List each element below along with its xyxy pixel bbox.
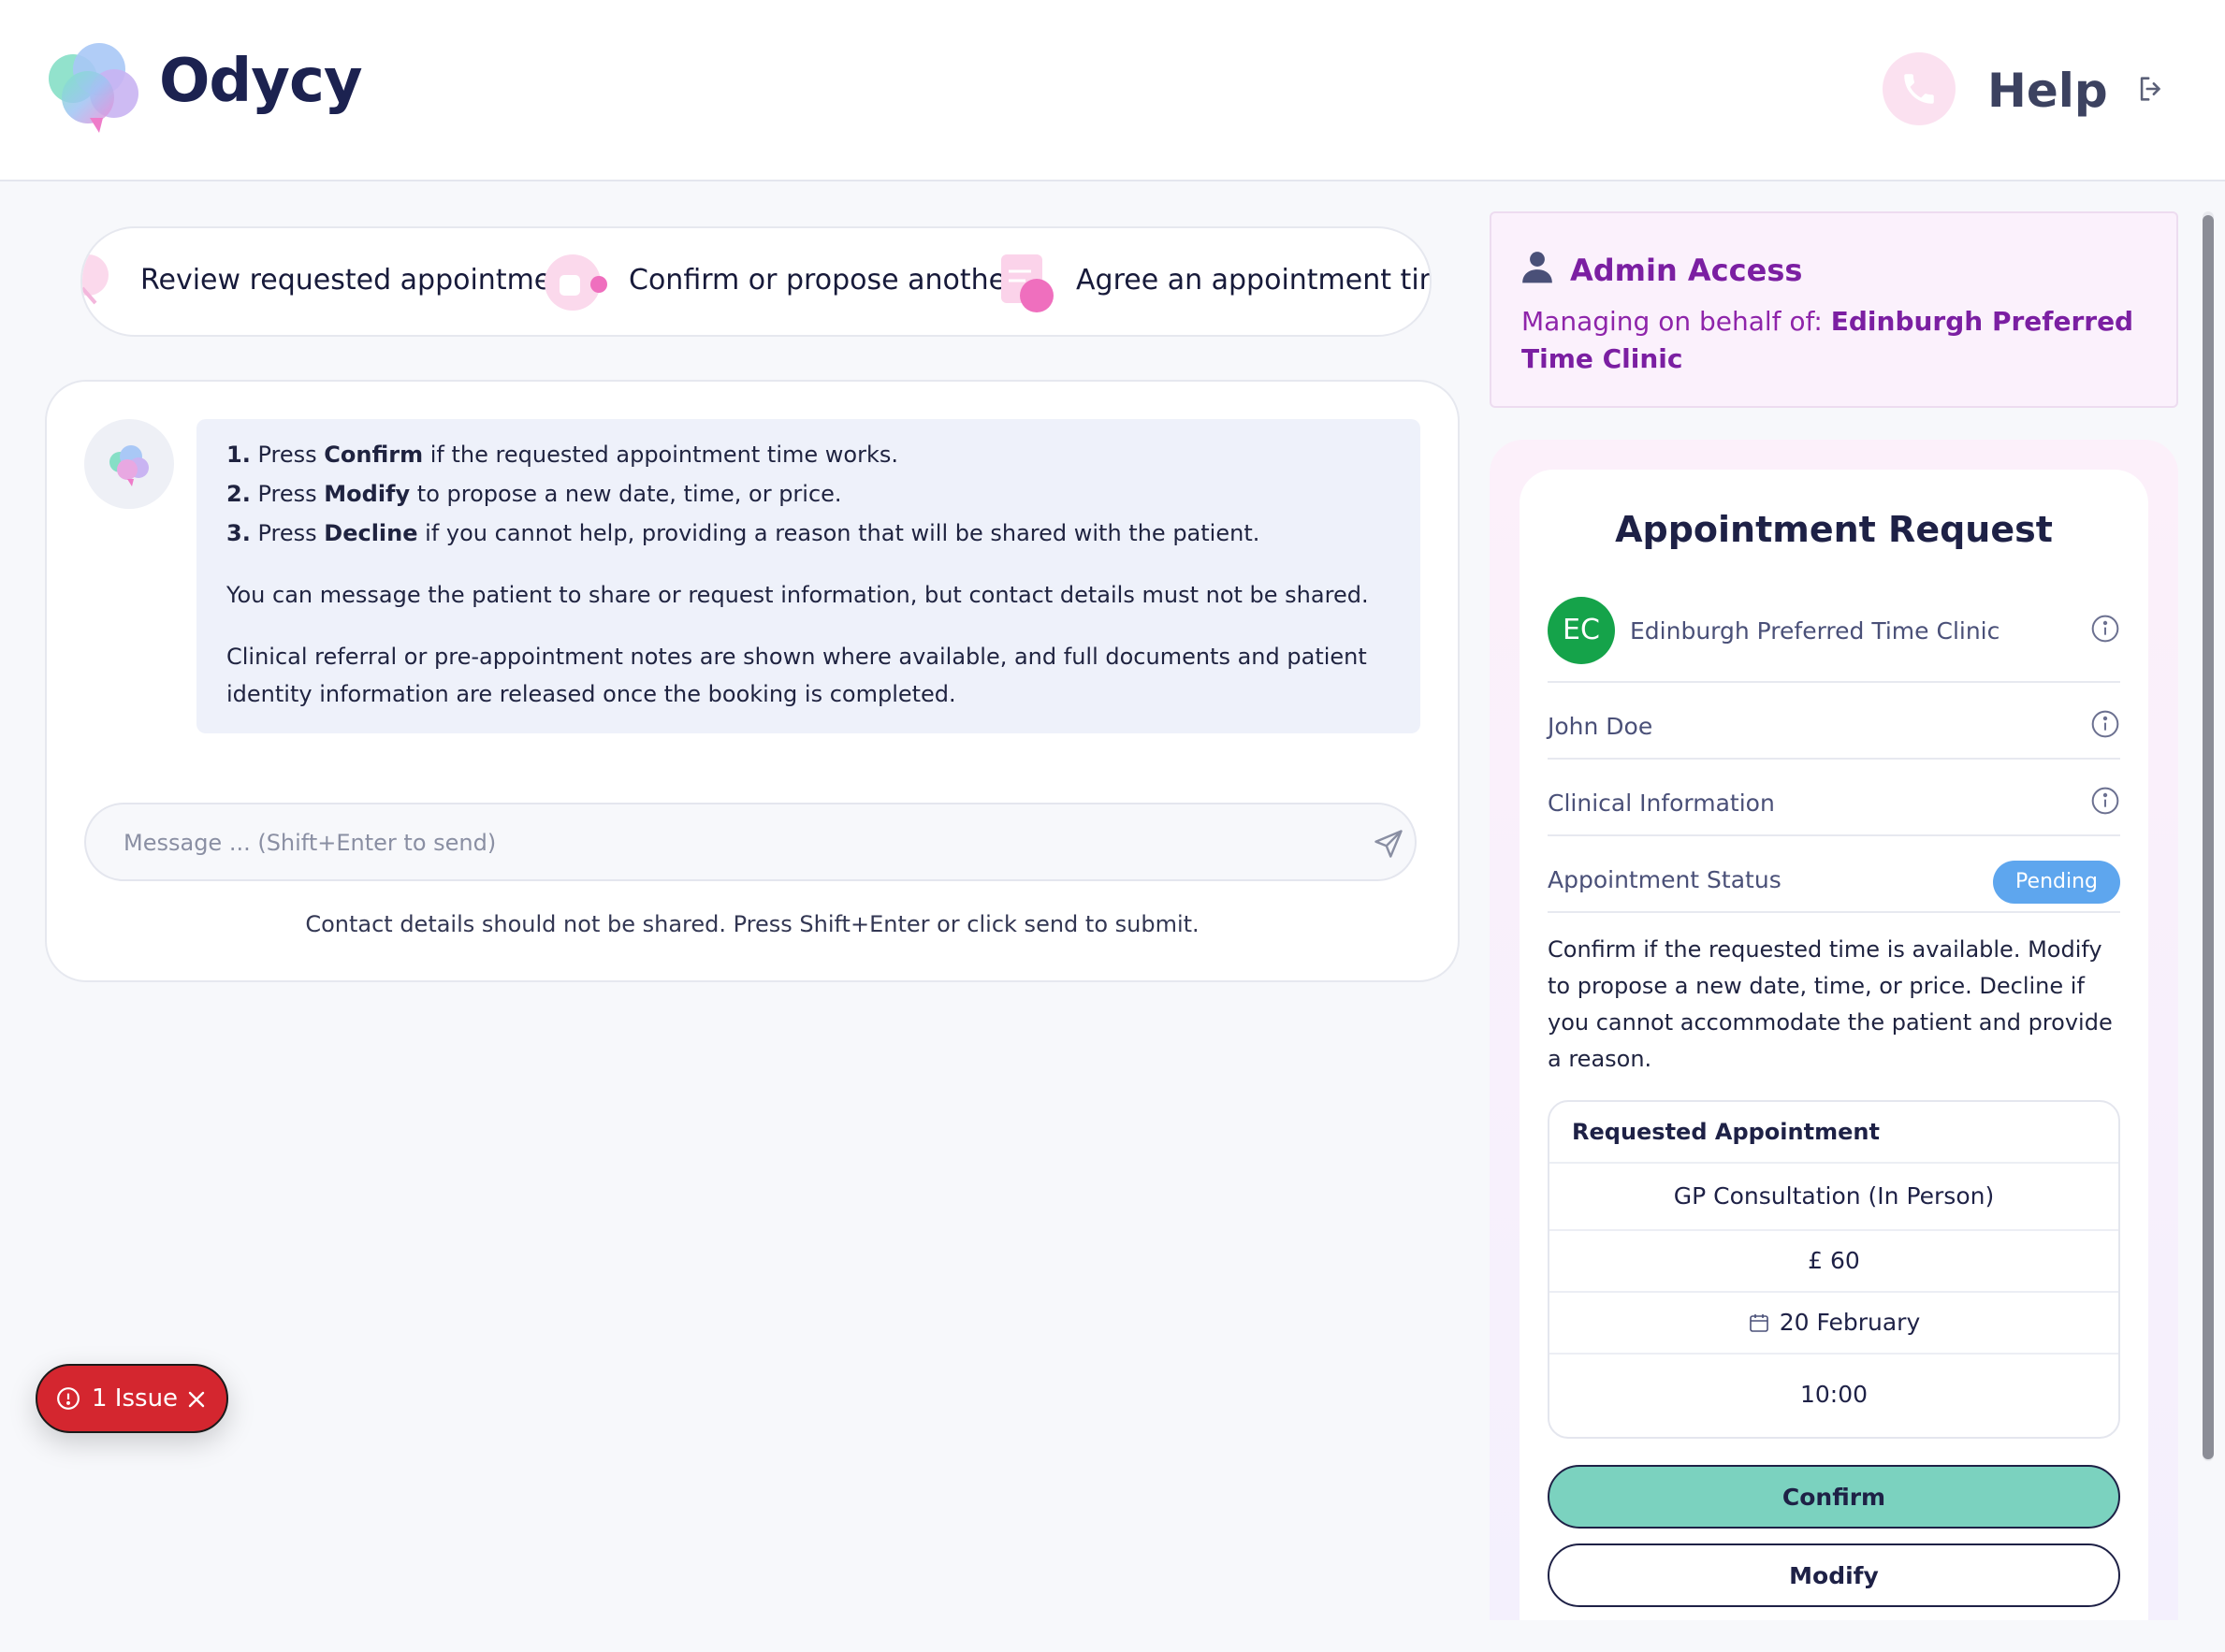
alert-circle-icon [57, 1387, 80, 1410]
message-input[interactable] [122, 823, 1323, 862]
service-cell: GP Consultation (In Person) [1549, 1162, 2118, 1229]
admin-access-banner: Admin Access Managing on behalf of: Edin… [1490, 211, 2178, 408]
status-label: Appointment Status [1548, 866, 1781, 893]
request-description: Confirm if the requested time is availab… [1548, 936, 2113, 1072]
chat-card: 1. Press Confirm if the requested appoin… [45, 380, 1460, 982]
magnifier-icon [82, 254, 109, 305]
message-hint: Contact details should not be shared. Pr… [305, 911, 1200, 937]
panel-scrollbar[interactable] [2203, 211, 2214, 1461]
phone-icon [1904, 74, 1934, 104]
patient-row[interactable]: John Doe [1548, 698, 2120, 760]
step-2-label: Confirm or propose another. [629, 264, 1025, 297]
step-3-label: Agree an appointment time and [1076, 264, 1430, 297]
instruction-3: 3. Press Decline if you cannot help, pro… [226, 520, 1260, 546]
status-row: Appointment Status Pending [1548, 851, 2120, 913]
brand-name[interactable]: Odycy [159, 47, 363, 116]
modify-button[interactable]: Modify [1548, 1543, 2120, 1607]
user-icon [1522, 252, 1552, 283]
status-badge: Pending [1993, 861, 2120, 904]
message-input-box [84, 803, 1417, 881]
panel-scrollbar-thumb[interactable] [2203, 215, 2214, 1459]
close-icon[interactable] [185, 1388, 208, 1411]
info-icon[interactable] [2090, 786, 2120, 816]
assistant-avatar [84, 419, 174, 509]
odycy-logo-icon[interactable] [41, 41, 146, 135]
calendar-icon [1749, 1314, 1768, 1332]
requested-appointment-box: Requested Appointment GP Consultation (I… [1548, 1100, 2120, 1439]
date-cell: 20 February [1549, 1291, 2118, 1353]
admin-managing-text: Managing on behalf of: Edinburgh Preferr… [1521, 306, 2134, 374]
steps-strip: Review requested appointment. Confirm or… [80, 226, 1432, 337]
patient-name: John Doe [1548, 713, 1653, 740]
message-paragraph: Clinical referral or pre-appointment not… [226, 644, 1367, 707]
info-icon[interactable] [2090, 614, 2120, 644]
instruction-2: 2. Press Modify to propose a new date, t… [226, 481, 842, 507]
clinic-row[interactable]: EC Edinburgh Preferred Time Clinic [1548, 597, 2120, 683]
clipboard-icon [1001, 254, 1054, 312]
send-icon[interactable] [1372, 827, 1405, 861]
clinic-name: Edinburgh Preferred Time Clinic [1630, 617, 2000, 645]
request-panel: Appointment Request EC Edinburgh Preferr… [1490, 440, 2178, 1620]
assistant-message: 1. Press Confirm if the requested appoin… [196, 419, 1420, 733]
time-cell: 10:00 [1549, 1353, 2118, 1437]
top-header: Odycy Help [0, 0, 2225, 181]
request-title: Appointment Request [1615, 509, 2053, 550]
admin-title: Admin Access [1570, 253, 1803, 288]
help-label[interactable]: Help [1987, 64, 2108, 118]
thumbs-up-icon [545, 254, 607, 311]
instruction-1: 1. Press Confirm if the requested appoin… [226, 442, 898, 468]
message-paragraph: You can message the patient to share or … [226, 582, 1369, 608]
clinical-info-label: Clinical Information [1548, 790, 1775, 817]
date-value: 20 February [1779, 1309, 1921, 1336]
step-1-label: Review requested appointment. [140, 264, 589, 297]
requested-appointment-heading: Requested Appointment [1572, 1119, 1880, 1145]
odycy-logo-icon [109, 445, 149, 486]
clinic-avatar: EC [1548, 597, 1615, 664]
info-icon[interactable] [2090, 709, 2120, 739]
price-cell: £ 60 [1549, 1229, 2118, 1291]
issues-label: 1 Issue [92, 1384, 179, 1413]
help-button[interactable] [1883, 52, 1956, 125]
logout-icon[interactable] [2135, 73, 2167, 105]
clinical-info-row[interactable]: Clinical Information [1548, 775, 2120, 836]
issues-badge[interactable]: 1 Issue [36, 1364, 228, 1433]
confirm-button[interactable]: Confirm [1548, 1465, 2120, 1529]
appointment-request-card: Appointment Request EC Edinburgh Preferr… [1520, 470, 2148, 1620]
